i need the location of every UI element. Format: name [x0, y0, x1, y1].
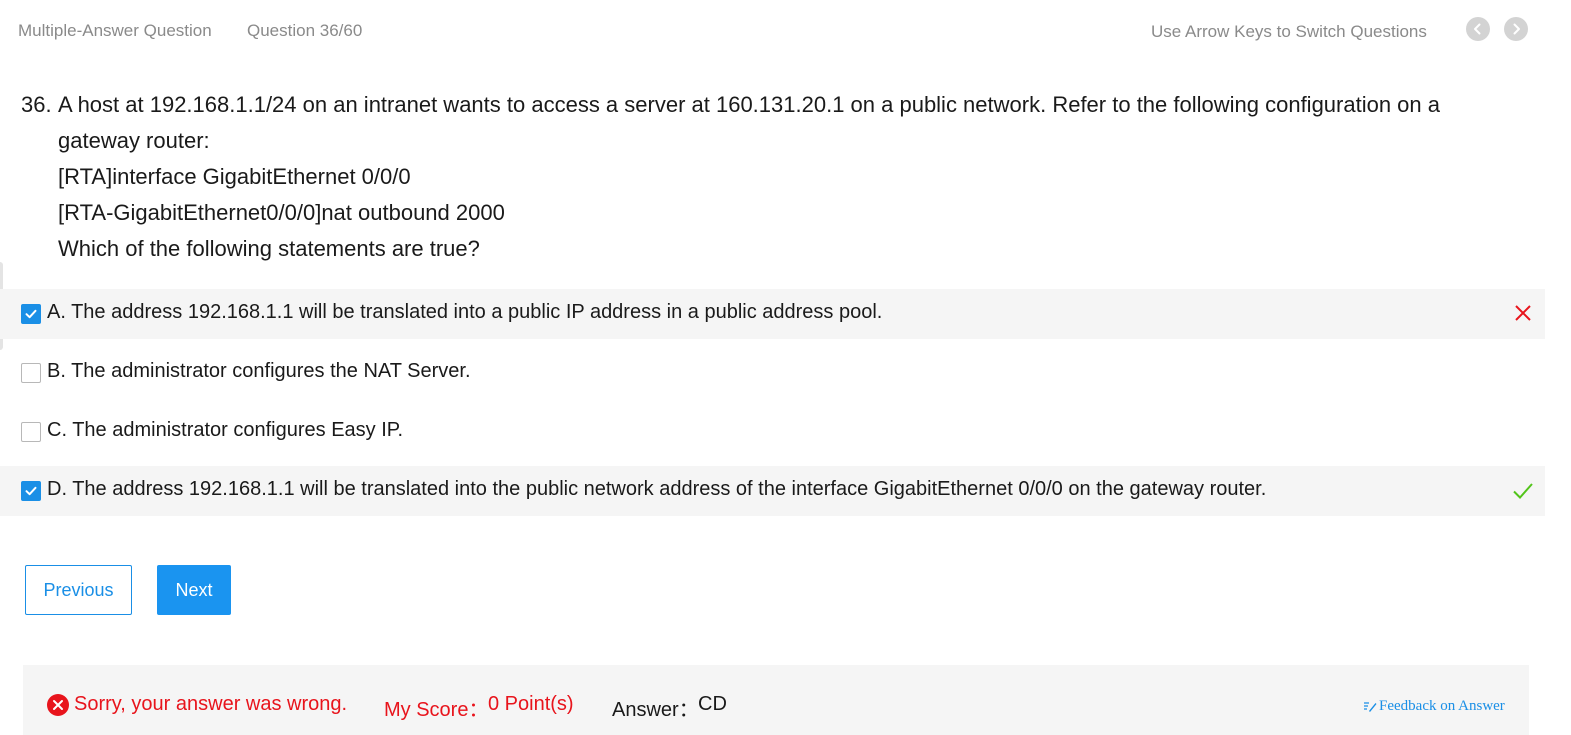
next-question-button[interactable]: [1504, 17, 1528, 41]
question-type-label: Multiple-Answer Question: [18, 21, 212, 40]
option-a-text: A. The address 192.168.1.1 will be trans…: [47, 301, 883, 323]
feedback-link[interactable]: Feedback on Answer: [1363, 698, 1505, 715]
chevron-left-icon: [1474, 23, 1481, 35]
answer-value: CD: [698, 693, 727, 715]
question-text: A host at 192.168.1.1/24 on an intranet …: [58, 87, 1528, 267]
score-value: 0 Point(s): [488, 693, 574, 715]
question-line: A host at 192.168.1.1/24 on an intranet …: [58, 92, 1441, 117]
option-d[interactable]: D. The address 192.168.1.1 will be trans…: [0, 466, 1545, 516]
option-b-checkbox[interactable]: [21, 363, 41, 383]
feedback-link-label: Feedback on Answer: [1379, 698, 1505, 714]
result-message: Sorry, your answer was wrong.: [74, 693, 348, 715]
previous-button[interactable]: Previous: [25, 565, 132, 615]
question-header: Multiple-Answer Question Question 36/60 …: [0, 0, 1571, 62]
error-circle-icon: [47, 694, 69, 716]
option-b-text: B. The administrator configures the NAT …: [47, 360, 471, 382]
question-line: Which of the following statements are tr…: [58, 236, 480, 261]
option-c-text: C. The administrator configures Easy IP.: [47, 419, 404, 441]
edit-note-icon: [1364, 702, 1377, 712]
question-line: gateway router:: [58, 128, 210, 153]
question-number: 36.: [21, 92, 52, 117]
option-d-text: D. The address 192.168.1.1 will be trans…: [47, 478, 1267, 500]
score-label: My Score：: [384, 699, 489, 721]
question-line: [RTA-GigabitEthernet0/0/0]nat outbound 2…: [58, 200, 505, 225]
result-panel: Sorry, your answer was wrong. My Score： …: [23, 665, 1529, 735]
prev-question-button[interactable]: [1466, 17, 1490, 41]
cross-icon: [1515, 305, 1531, 321]
option-a[interactable]: A. The address 192.168.1.1 will be trans…: [0, 289, 1545, 339]
chevron-right-icon: [1513, 23, 1520, 35]
option-b[interactable]: B. The administrator configures the NAT …: [0, 348, 1545, 398]
option-c[interactable]: C. The administrator configures Easy IP.: [0, 407, 1545, 457]
checkmark-icon: [25, 309, 37, 319]
option-a-checkbox[interactable]: [21, 304, 41, 324]
answer-label: Answer：: [612, 699, 699, 721]
checkmark-icon: [25, 486, 37, 496]
check-icon: [1513, 483, 1533, 499]
keyboard-hint: Use Arrow Keys to Switch Questions: [1151, 22, 1427, 41]
question-progress-label: Question 36/60: [247, 21, 363, 40]
next-button[interactable]: Next: [157, 565, 231, 615]
option-d-checkbox[interactable]: [21, 481, 41, 501]
question-line: [RTA]interface GigabitEthernet 0/0/0: [58, 164, 411, 189]
option-c-checkbox[interactable]: [21, 422, 41, 442]
